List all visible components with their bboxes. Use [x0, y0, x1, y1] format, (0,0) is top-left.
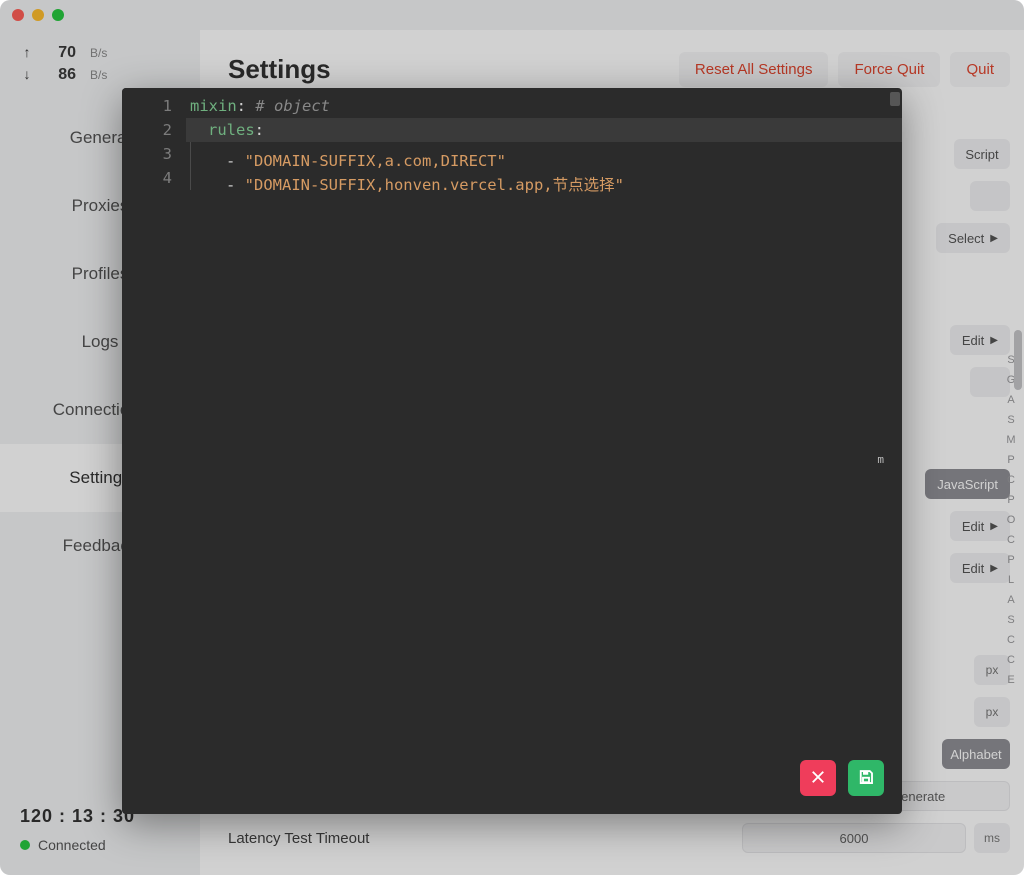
- code-line: - "DOMAIN-SUFFIX,honven.vercel.app,节点选择": [186, 166, 902, 190]
- code-editor-modal: 1 2 3 4 mixin: # object rules: - "DOMAIN…: [122, 88, 902, 814]
- line-number: 4: [122, 166, 172, 190]
- code-editor[interactable]: 1 2 3 4 mixin: # object rules: - "DOMAIN…: [122, 88, 902, 814]
- close-icon: [809, 768, 827, 789]
- line-number: 2: [122, 118, 172, 142]
- editor-scrollbar-thumb[interactable]: [890, 92, 900, 106]
- line-number: 3: [122, 142, 172, 166]
- code-line-active: rules:: [186, 118, 902, 142]
- editor-actions: [800, 760, 884, 796]
- code-line: mixin: # object: [186, 94, 902, 118]
- code-content[interactable]: mixin: # object rules: - "DOMAIN-SUFFIX,…: [186, 88, 902, 814]
- save-button[interactable]: [848, 760, 884, 796]
- app-window: ↑ 70 B/s ↓ 86 B/s General Proxies Profil…: [0, 0, 1024, 875]
- line-number: 1: [122, 94, 172, 118]
- save-icon: [857, 768, 875, 789]
- minimap-glyph: m: [877, 448, 884, 472]
- cancel-button[interactable]: [800, 760, 836, 796]
- editor-scrollbar[interactable]: [890, 92, 900, 754]
- line-number-gutter: 1 2 3 4: [122, 88, 186, 814]
- code-line: - "DOMAIN-SUFFIX,a.com,DIRECT": [186, 142, 902, 166]
